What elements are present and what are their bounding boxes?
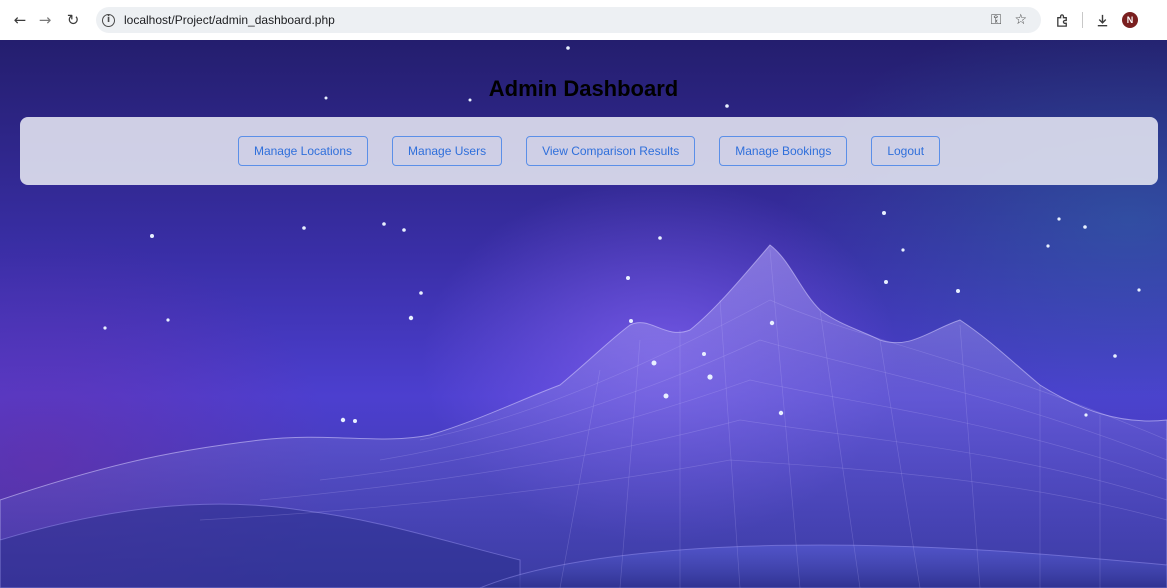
bookmark-star-icon[interactable]: ☆ <box>1014 12 1027 28</box>
manage-users-button[interactable]: Manage Users <box>392 136 503 166</box>
extensions-icon[interactable] <box>1055 13 1070 28</box>
manage-bookings-button[interactable]: Manage Bookings <box>719 136 848 166</box>
admin-nav-panel: Manage Locations Manage Users View Compa… <box>20 117 1158 185</box>
profile-avatar[interactable]: N <box>1122 12 1138 28</box>
page-title: Admin Dashboard <box>488 76 679 101</box>
address-bar[interactable]: i localhost/Project/admin_dashboard.php … <box>96 7 1041 33</box>
forward-arrow-icon[interactable]: → <box>34 9 56 31</box>
view-comparison-results-button[interactable]: View Comparison Results <box>526 136 696 166</box>
reload-icon[interactable]: ↻ <box>62 9 84 31</box>
password-key-icon[interactable]: ⚿ <box>991 12 1002 28</box>
site-info-icon[interactable]: i <box>102 13 115 27</box>
download-icon[interactable] <box>1095 13 1110 28</box>
url-text[interactable]: localhost/Project/admin_dashboard.php <box>124 13 335 27</box>
browser-toolbar: ← → ↻ i localhost/Project/admin_dashboar… <box>0 0 1167 40</box>
manage-locations-button[interactable]: Manage Locations <box>237 136 369 166</box>
dashboard-page: Admin Dashboard Manage Locations Manage … <box>0 40 1167 588</box>
toolbar-divider <box>1082 12 1083 28</box>
logout-button[interactable]: Logout <box>871 136 941 166</box>
back-arrow-icon[interactable]: ← <box>9 9 31 31</box>
